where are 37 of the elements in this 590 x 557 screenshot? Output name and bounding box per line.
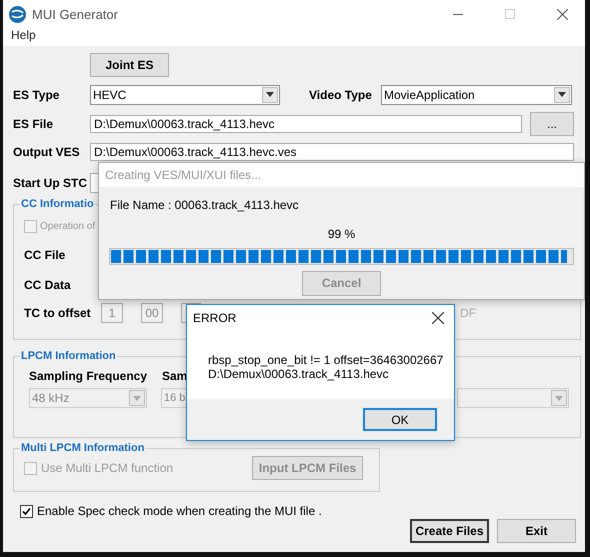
app-logo-icon <box>9 6 26 22</box>
field-label: ES File <box>13 117 54 131</box>
checkbox-label: Operation of <box>40 220 96 232</box>
dialog-button[interactable]: Exit <box>497 519 576 543</box>
browse-button[interactable]: ... <box>530 112 574 136</box>
group-title: CC Informatio <box>20 198 95 210</box>
group-title: Multi LPCM Information <box>20 442 146 454</box>
field-label: CC Data <box>24 278 72 292</box>
field-label: CC File <box>24 248 66 262</box>
ok-button[interactable]: OK <box>363 408 437 431</box>
dialog-button[interactable]: Create Files <box>410 519 489 543</box>
close-icon[interactable] <box>432 312 444 324</box>
error-message: rbsp_stop_one_bit != 1 offset=36463002667 D:\Demux\00063.track_4113.hevc <box>208 353 444 381</box>
es-type-dropdown[interactable]: HEVC <box>90 84 280 104</box>
field-label: ES Type <box>13 88 60 102</box>
file-name-label: File Name : 00063.track_4113.hevc <box>110 198 299 212</box>
video-type-dropdown[interactable]: MovieApplication <box>381 84 572 104</box>
checkbox-label: Use Multi LPCM function <box>41 461 174 475</box>
group-title: LPCM Information <box>20 350 117 362</box>
field-label: Sam <box>162 369 188 383</box>
dropdown[interactable] <box>457 388 569 408</box>
field-label: Start Up STC <box>13 176 88 190</box>
dialog-title: Creating VES/MUI/XUI files... <box>105 168 262 182</box>
window-title: MUI Generator <box>32 6 119 22</box>
checkbox-label: Enable Spec check mode when creating the MUI file . <box>37 504 322 518</box>
drop-frame-label: DF <box>460 306 476 320</box>
field-label: Output VES <box>13 145 81 159</box>
menu-item[interactable]: Help <box>9 28 38 46</box>
field-label: TC to offset <box>24 306 92 320</box>
field-label: Sampling Frequency <box>29 369 148 383</box>
es-file-field[interactable]: D:\Demux\00063.track_4113.hevc <box>90 115 522 133</box>
joint-es-button[interactable]: Joint ES <box>90 53 169 77</box>
progress-percent: 99 % <box>328 227 356 241</box>
checkbox[interactable] <box>20 504 33 518</box>
output-ves-field[interactable]: D:\Demux\00063.track_4113.hevc.ves <box>90 143 574 161</box>
dialog-title: ERROR <box>193 311 238 325</box>
field-label: Video Type <box>309 88 373 102</box>
